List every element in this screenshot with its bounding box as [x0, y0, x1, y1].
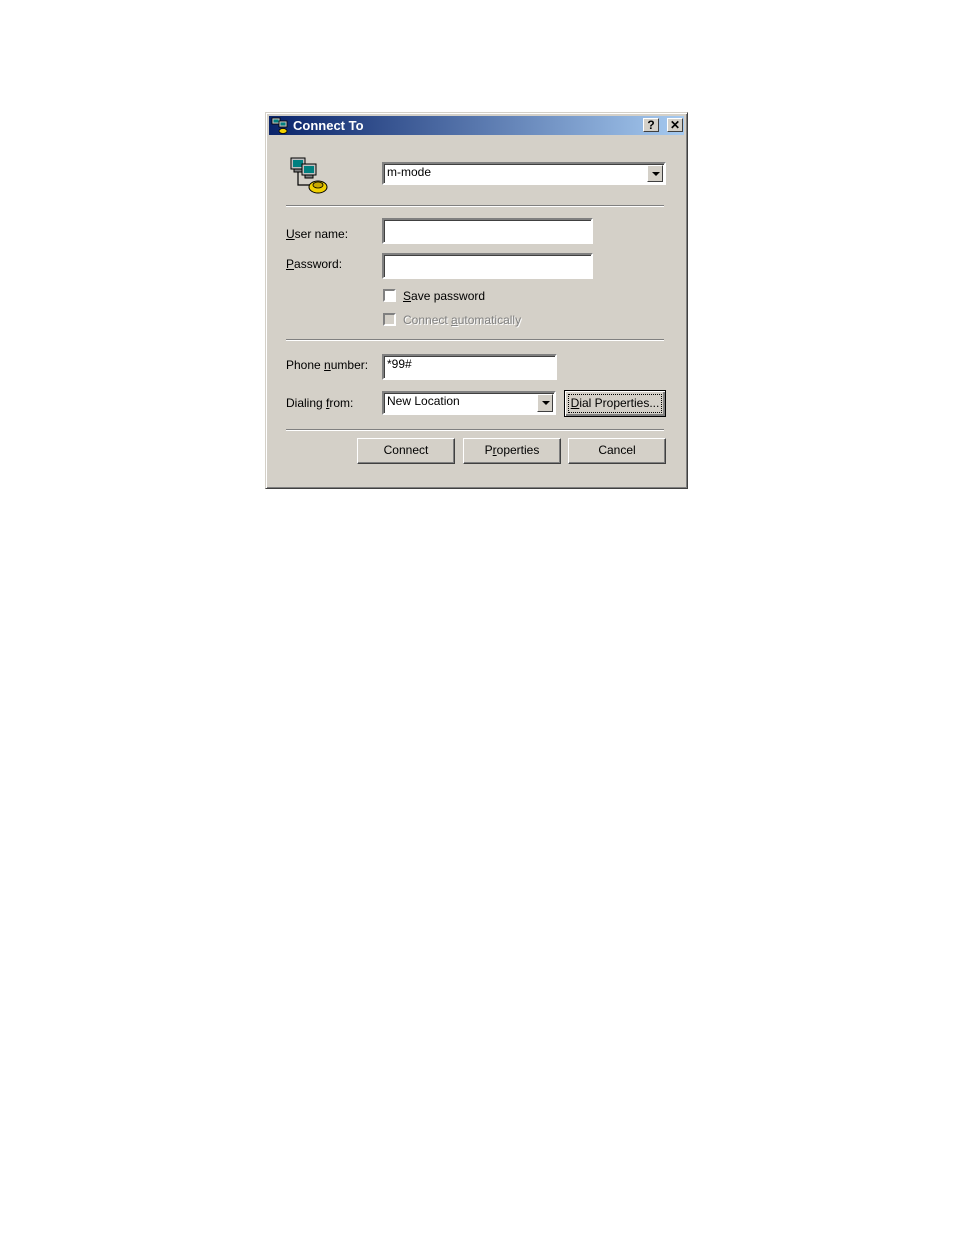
chevron-down-icon[interactable]: [537, 394, 553, 412]
username-input[interactable]: [382, 218, 593, 244]
properties-button[interactable]: Properties: [463, 438, 561, 464]
dialing-from-label: Dialing from:: [286, 396, 354, 410]
title-bar[interactable]: Connect To ? ✕: [269, 116, 684, 135]
username-label: User name:: [286, 227, 349, 241]
separator: [286, 339, 664, 341]
separator: [286, 429, 664, 431]
connect-button[interactable]: Connect: [357, 438, 455, 464]
password-label: Password:: [286, 257, 343, 271]
phone-number-input[interactable]: *99#: [382, 354, 557, 380]
help-button[interactable]: ?: [643, 118, 659, 132]
close-button[interactable]: ✕: [667, 118, 683, 132]
connection-select[interactable]: m-mode: [382, 162, 666, 185]
connection-icon: [290, 157, 328, 194]
connect-to-dialog: Connect To ? ✕ m-mode User name: Passwor…: [265, 112, 688, 489]
connection-select-value: m-mode: [387, 165, 432, 179]
dial-properties-button[interactable]: Dial Properties...: [564, 390, 666, 417]
dialup-connection-icon: [271, 117, 288, 134]
save-password-checkbox[interactable]: [383, 289, 396, 302]
chevron-down-icon[interactable]: [647, 165, 663, 182]
dialing-from-select[interactable]: New Location: [382, 391, 556, 415]
connect-automatically-label: Connect automatically: [403, 313, 522, 327]
phone-number-label: Phone number:: [286, 358, 369, 372]
password-input[interactable]: [382, 253, 593, 279]
cancel-button[interactable]: Cancel: [568, 438, 666, 464]
separator: [286, 205, 664, 207]
close-icon: ✕: [669, 118, 681, 132]
dialing-from-value: New Location: [387, 394, 460, 408]
connect-automatically-checkbox: [383, 313, 396, 326]
window-title: Connect To: [293, 118, 364, 133]
save-password-label[interactable]: Save password: [403, 289, 485, 303]
